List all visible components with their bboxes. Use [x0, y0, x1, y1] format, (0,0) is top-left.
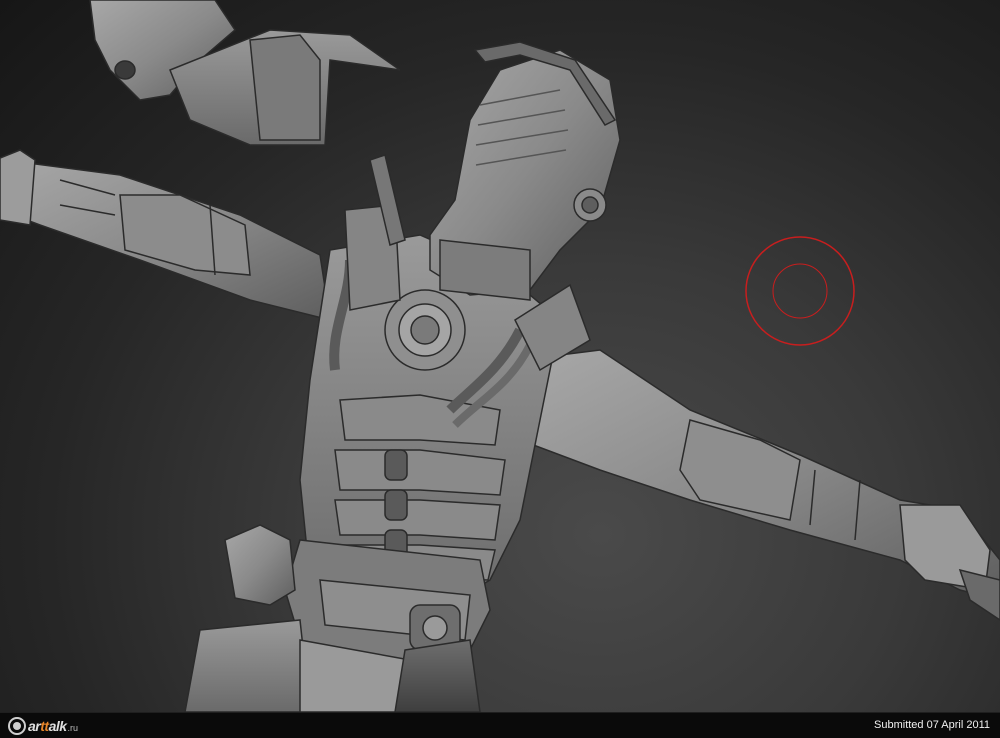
right-arm [519, 349, 1000, 621]
footer-bar: arttalk .ru Submitted 07 April 2011 [0, 712, 1000, 738]
left-arm [0, 149, 331, 322]
brush-cursor [745, 236, 855, 346]
sculpt-model [0, 0, 1000, 712]
arttalk-logo[interactable]: arttalk .ru [8, 717, 78, 735]
submitted-date: Submitted 07 April 2011 [874, 719, 990, 731]
logo-mark-icon [8, 717, 26, 735]
logo-text: arttalk [28, 718, 67, 734]
helmet [429, 41, 621, 301]
logo-tld: .ru [67, 723, 79, 733]
sculpt-viewport[interactable] [0, 0, 1000, 712]
floating-arm-piece [89, 0, 401, 146]
